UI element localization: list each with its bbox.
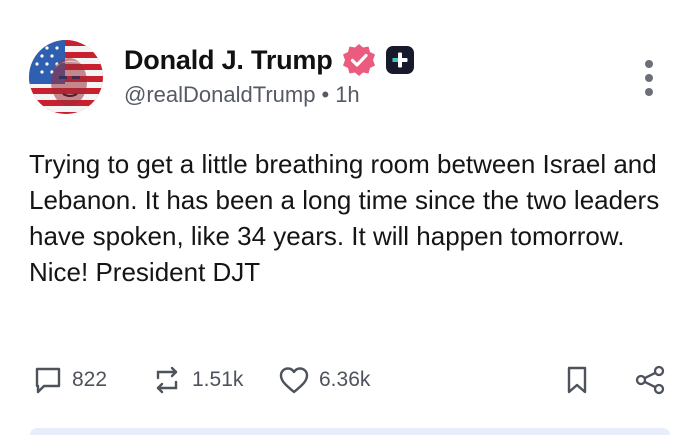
author-name-row: Donald J. Trump (124, 42, 415, 78)
post-text: Trying to get a little breathing room be… (29, 149, 660, 287)
author-meta: @realDonaldTrump • 1h (124, 82, 360, 108)
heart-icon (279, 367, 309, 394)
author-handle[interactable]: @realDonaldTrump (124, 82, 315, 108)
meta-separator: • (321, 82, 330, 107)
author-display-name[interactable]: Donald J. Trump (124, 45, 333, 76)
reply-composer-bar[interactable] (30, 428, 670, 435)
share-button[interactable] (634, 360, 666, 400)
retruth-icon (156, 366, 178, 394)
verified-badge-icon (341, 42, 377, 78)
like-button[interactable]: 6.36k (277, 360, 370, 400)
reply-count: 822 (72, 368, 108, 391)
like-count: 6.36k (319, 368, 371, 391)
post-time[interactable]: 1h (335, 82, 359, 108)
bookmark-icon (567, 366, 587, 394)
flag-portrait-icon (29, 40, 103, 114)
truth-plus-badge-icon (385, 45, 415, 75)
reply-icon (35, 367, 61, 394)
truth-post: Donald J. Trump @realDonaldTrump • 1h Tr… (0, 0, 700, 435)
post-actions: 822 1.51k 6.36k (30, 360, 670, 400)
author-avatar[interactable] (29, 40, 103, 114)
more-options-icon[interactable] (640, 60, 658, 96)
retruth-button[interactable]: 1.51k (150, 360, 243, 400)
reply-button[interactable]: 822 (32, 360, 107, 400)
bookmark-button[interactable] (562, 360, 592, 400)
share-icon (635, 365, 665, 395)
retruth-count: 1.51k (192, 368, 244, 391)
